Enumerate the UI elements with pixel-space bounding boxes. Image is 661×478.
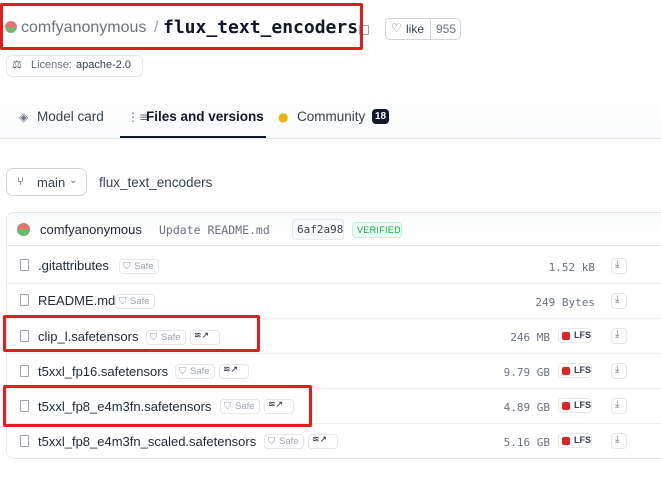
file-size: 1.52 kB xyxy=(548,261,595,274)
license-value: apache-2.0 xyxy=(76,59,132,71)
like-count[interactable]: 955 xyxy=(436,22,456,36)
download-icon: ⤓ xyxy=(615,399,620,410)
download-icon: ⤓ xyxy=(615,329,620,340)
lfs-label: LFS xyxy=(574,400,591,410)
safe-label: Safe xyxy=(130,296,150,307)
lfs-icon xyxy=(562,332,570,340)
safe-label: Safe xyxy=(279,436,299,447)
header-divider xyxy=(0,138,661,139)
heart-icon: ♡ xyxy=(391,21,402,35)
file-icon xyxy=(20,294,29,306)
breadcrumb-path[interactable]: flux_text_encoders xyxy=(99,175,212,190)
layers-icon: ≋↗ xyxy=(312,435,328,445)
shield-icon: ⛉ xyxy=(119,296,127,307)
download-icon: ⤓ xyxy=(615,364,620,375)
lfs-label: LFS xyxy=(574,365,591,375)
lfs-icon xyxy=(562,402,570,410)
verified-label: VERIFIED xyxy=(357,225,401,235)
community-icon: ● xyxy=(278,110,289,124)
file-size: 9.79 GB xyxy=(503,366,550,379)
shield-icon: ⛉ xyxy=(123,261,131,272)
safe-label: Safe xyxy=(190,366,210,377)
lfs-label: LFS xyxy=(574,330,591,340)
lfs-icon xyxy=(562,367,570,375)
file-name-link[interactable]: t5xxl_fp16.safetensors xyxy=(38,364,168,379)
tab-model-card[interactable]: Model card xyxy=(37,109,104,124)
community-count-badge: 18 xyxy=(372,109,389,124)
license-icon: ⚖ xyxy=(12,58,22,71)
commit-hash: 6af2a98 xyxy=(297,223,344,236)
download-icon: ⤓ xyxy=(615,294,620,305)
model-card-icon: ◈ xyxy=(19,110,29,124)
layers-icon: ≋↗ xyxy=(223,365,239,375)
file-size: 5.16 GB xyxy=(503,436,550,449)
file-name-link[interactable]: .gitattributes xyxy=(38,258,109,273)
chevron-down-icon: ⌄ xyxy=(69,175,78,186)
tab-community[interactable]: Community xyxy=(297,109,365,124)
active-tab-indicator xyxy=(120,136,266,138)
file-name-link[interactable]: t5xxl_fp8_e4m3fn_scaled.safetensors xyxy=(38,434,256,449)
lfs-icon xyxy=(562,437,570,445)
branch-label: main xyxy=(37,175,66,190)
shield-icon: ⛉ xyxy=(268,436,276,447)
like-divider xyxy=(430,18,431,40)
commit-message[interactable]: Update README.md xyxy=(159,223,270,237)
row-divider xyxy=(7,353,661,354)
download-icon: ⤓ xyxy=(615,434,620,445)
lfs-label: LFS xyxy=(574,435,591,445)
file-icon xyxy=(20,259,29,271)
commit-author-avatar[interactable] xyxy=(17,223,30,236)
shield-icon: ⛉ xyxy=(179,366,187,377)
file-icon xyxy=(20,365,29,377)
row-divider xyxy=(7,283,661,284)
tab-files-and-versions[interactable]: Files and versions xyxy=(146,109,264,124)
highlight-t5xxl-fp8 xyxy=(3,385,312,427)
file-size: 249 Bytes xyxy=(535,296,595,309)
branch-icon: ⑂ xyxy=(17,174,25,188)
file-size: 4.89 GB xyxy=(503,401,550,414)
highlight-repo-name xyxy=(0,3,363,50)
download-icon: ⤓ xyxy=(615,259,620,270)
safe-label: Safe xyxy=(134,261,154,272)
file-name-link[interactable]: README.md xyxy=(38,293,115,308)
file-size: 246 MB xyxy=(510,331,550,344)
license-label: License: xyxy=(31,59,72,71)
file-icon xyxy=(20,435,29,447)
commit-author[interactable]: comfyanonymous xyxy=(40,222,142,237)
like-label: like xyxy=(406,22,425,36)
highlight-clip-l xyxy=(3,315,260,352)
